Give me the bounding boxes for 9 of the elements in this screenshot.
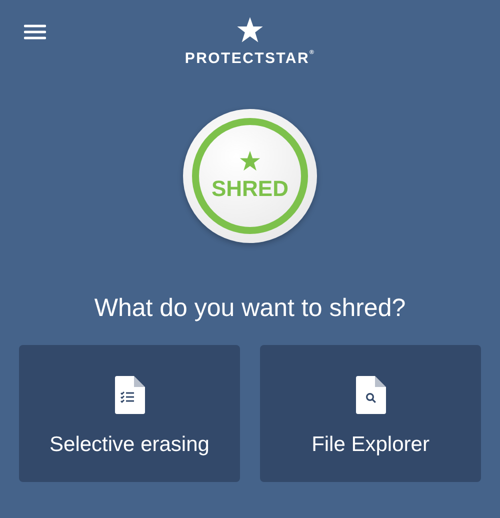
menu-icon[interactable] [24, 24, 46, 40]
star-icon [239, 150, 261, 172]
brand-logo: PROTECTSTAR$^{®}$ [184, 50, 316, 67]
option-card[interactable]: File Explorer [260, 345, 481, 482]
file-search-icon [356, 376, 386, 414]
heading: What do you want to shred? [94, 294, 406, 323]
checklist-document-icon [114, 376, 144, 414]
star-logo-icon [236, 16, 264, 44]
option-card[interactable]: Selective erasing [19, 345, 240, 482]
